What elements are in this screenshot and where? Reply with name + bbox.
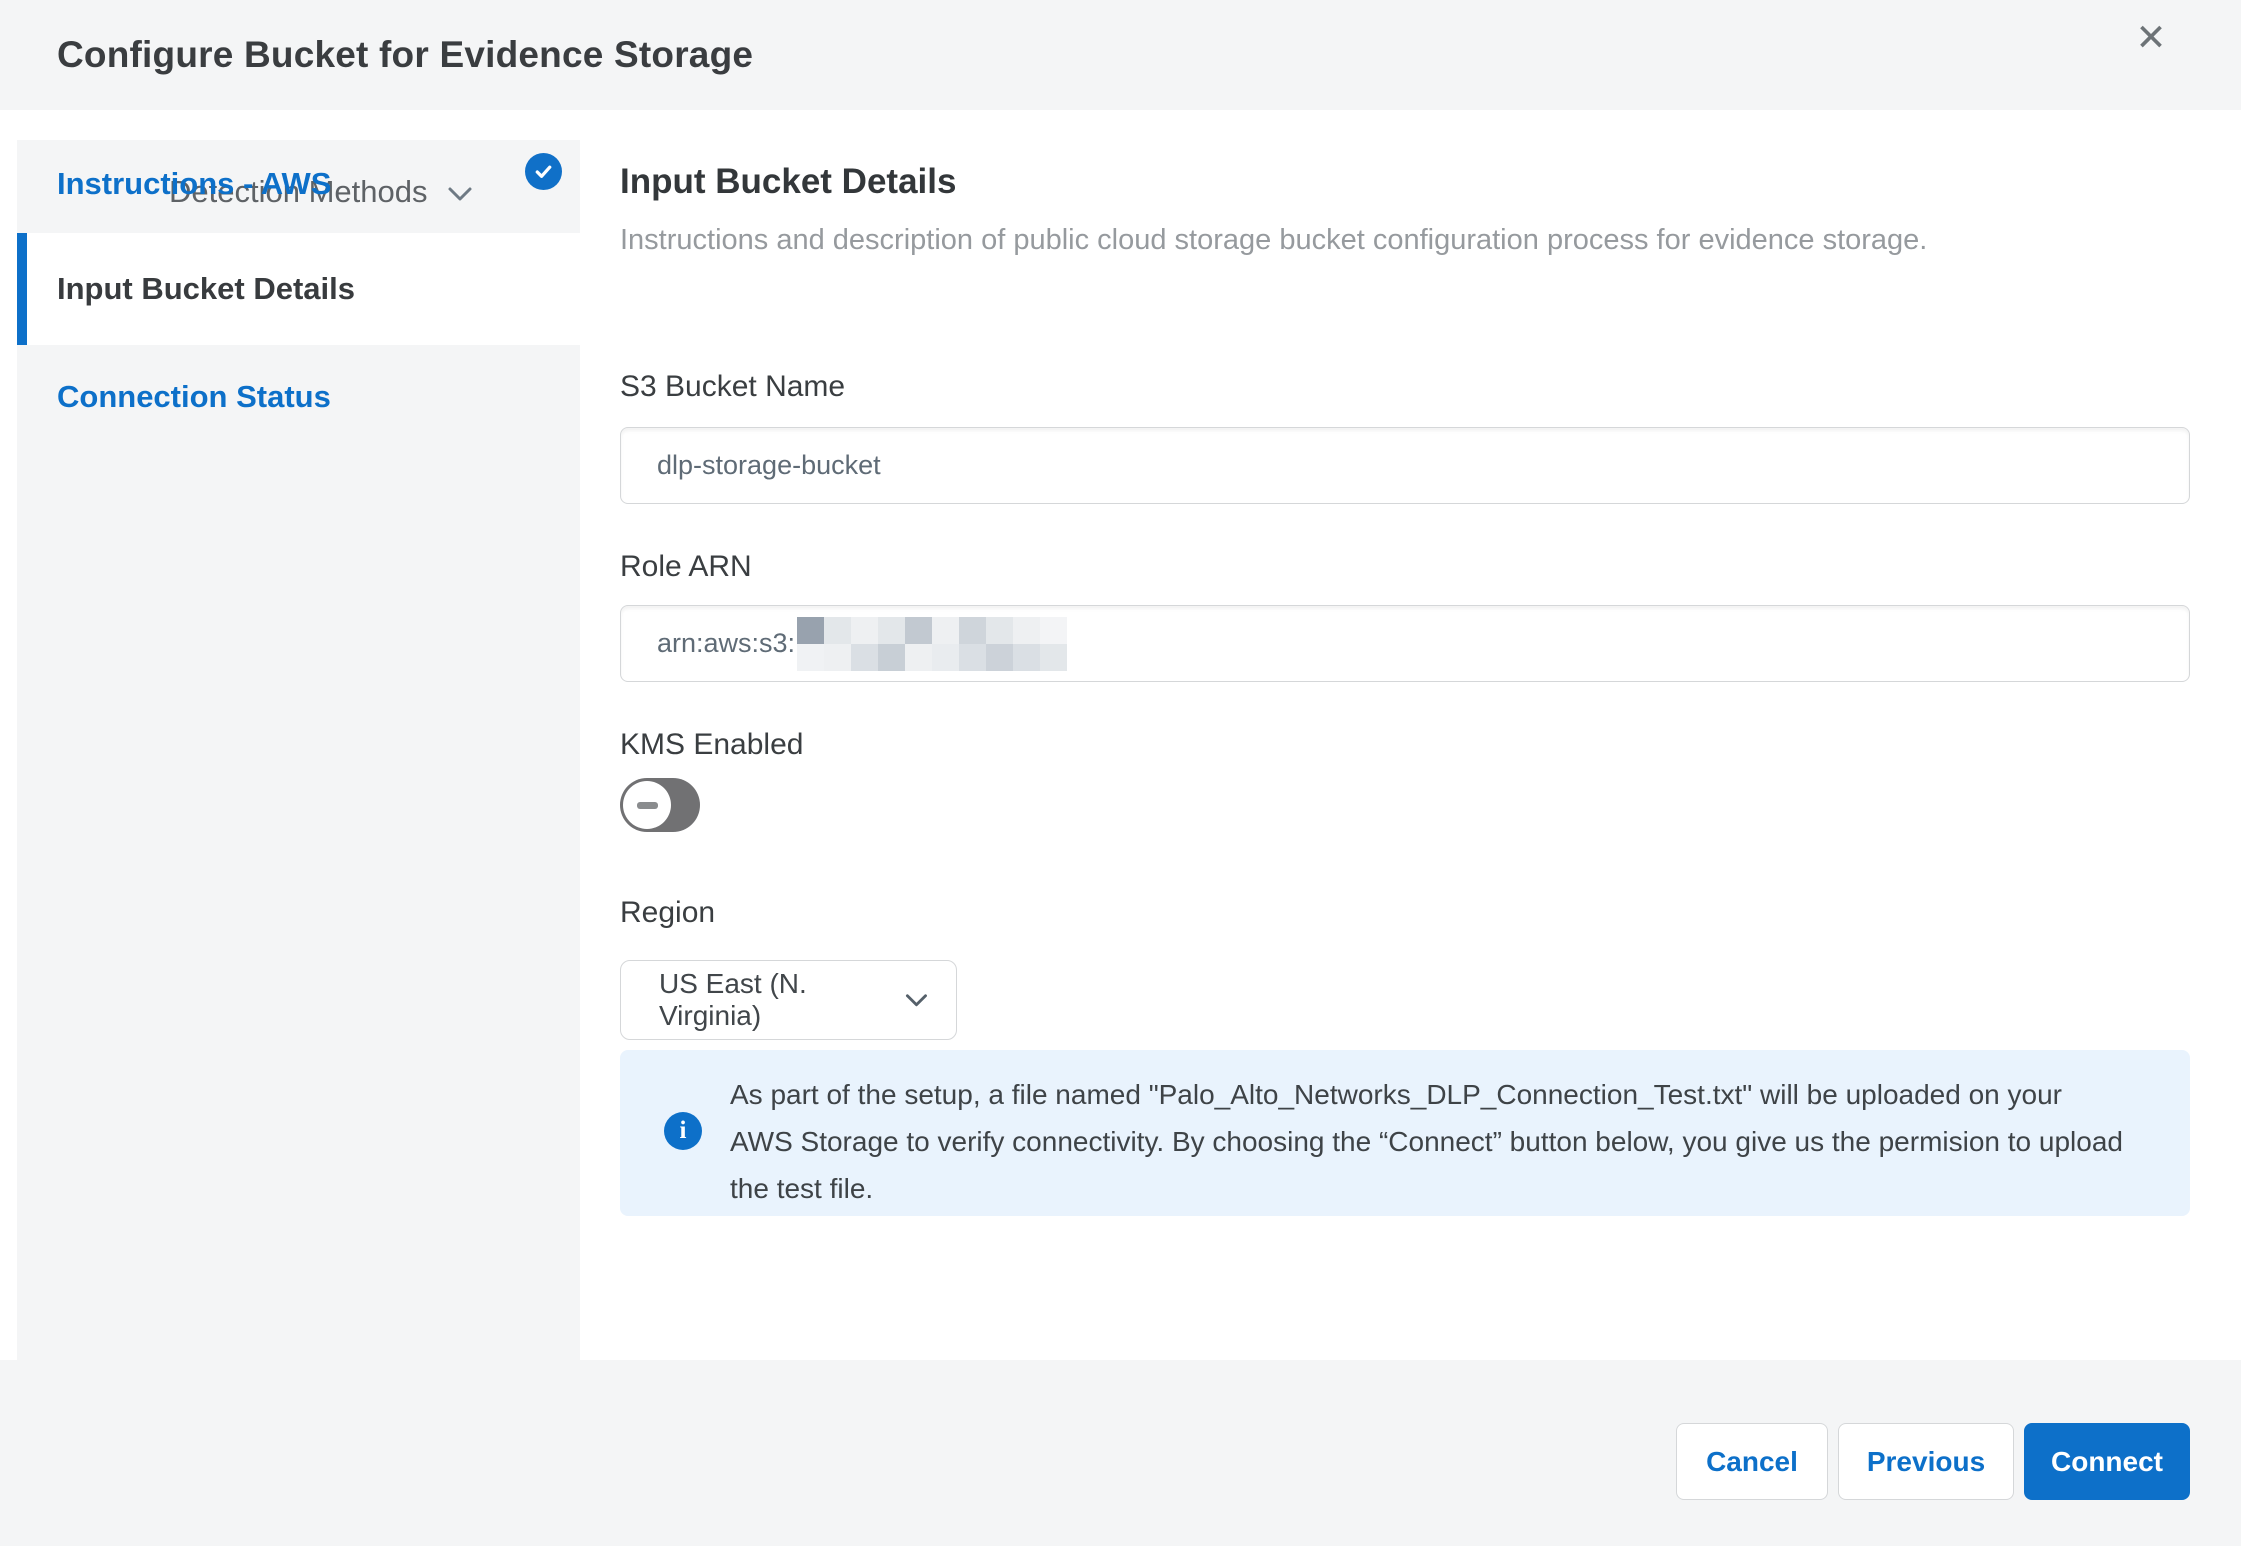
sidebar-item-input-bucket-details[interactable]: Input Bucket Details [17, 233, 580, 345]
s3-bucket-name-value: dlp-storage-bucket [657, 450, 881, 480]
sidebar-item-label: Instructions - AWS [57, 166, 332, 201]
s3-bucket-name-input[interactable]: dlp-storage-bucket [620, 427, 2190, 504]
role-arn-label: Role ARN [620, 550, 752, 583]
kms-enabled-label: KMS Enabled [620, 728, 804, 761]
active-step-indicator [17, 233, 27, 345]
page-title: Input Bucket Details [620, 162, 957, 201]
info-banner-text: As part of the setup, a file named "Palo… [730, 1079, 2123, 1204]
toggle-knob [623, 781, 671, 829]
sidebar-item-connection-status[interactable]: Connection Status [17, 345, 580, 457]
modal-footer: Cancel Previous Connect [0, 1360, 2241, 1546]
region-select[interactable]: US East (N. Virginia) [620, 960, 957, 1040]
cancel-button[interactable]: Cancel [1676, 1423, 1828, 1500]
modal-header: Configure Bucket for Evidence Storage ✕ [0, 0, 2241, 110]
main-content: Input Bucket Details Instructions and de… [620, 110, 2190, 1360]
chevron-down-icon [448, 187, 472, 201]
connect-button[interactable]: Connect [2024, 1423, 2190, 1500]
previous-button[interactable]: Previous [1838, 1423, 2014, 1500]
close-icon[interactable]: ✕ [2123, 10, 2179, 66]
configure-bucket-modal: Configure Bucket for Evidence Storage ✕ … [0, 0, 2241, 1546]
steps-sidebar: Detection Methods Instructions - AWS Inp… [17, 140, 580, 1360]
role-arn-input[interactable]: arn:aws:s3: [620, 605, 2190, 682]
info-icon: i [664, 1112, 702, 1150]
s3-bucket-name-label: S3 Bucket Name [620, 370, 846, 403]
sidebar-item-label: Connection Status [57, 379, 331, 414]
toggle-off-dash-icon [636, 801, 658, 809]
sidebar-item-label: Input Bucket Details [57, 271, 355, 306]
info-banner: i As part of the setup, a file named "Pa… [620, 1050, 2190, 1216]
modal-title: Configure Bucket for Evidence Storage [57, 34, 754, 75]
kms-enabled-toggle[interactable] [620, 778, 700, 832]
region-label: Region [620, 896, 716, 929]
role-arn-redacted-value [797, 616, 1068, 671]
sidebar-item-instructions-aws[interactable]: Detection Methods Instructions - AWS [17, 140, 580, 233]
footer-buttons: Cancel Previous Connect [1676, 1423, 2190, 1500]
role-arn-visible-value: arn:aws:s3: [657, 628, 796, 658]
step-complete-check-icon [525, 153, 562, 190]
page-description: Instructions and description of public c… [620, 224, 1928, 256]
region-selected-value: US East (N. Virginia) [659, 968, 807, 1031]
chevron-down-icon [906, 993, 928, 1006]
